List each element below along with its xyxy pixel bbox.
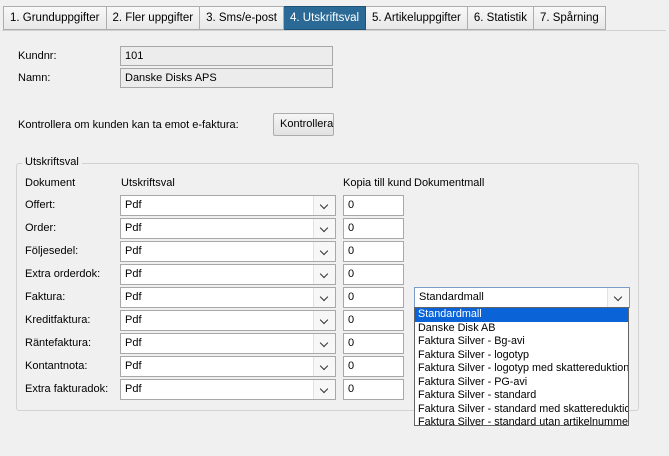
row-label: Följesedel: xyxy=(25,245,79,257)
tab-artikeluppgifter[interactable]: 5. Artikeluppgifter xyxy=(366,6,468,30)
utskriftsval-select[interactable]: Pdf xyxy=(120,333,336,354)
chevron-down-icon[interactable] xyxy=(313,288,335,307)
header-dokumentmall: Dokumentmall xyxy=(414,177,485,189)
kopia-input[interactable]: 0 xyxy=(343,241,404,262)
kontrollera-button[interactable]: Kontrollera xyxy=(273,113,334,136)
tab-sms-epost[interactable]: 3. Sms/e-post xyxy=(200,6,285,30)
kopia-input[interactable]: 0 xyxy=(343,195,404,216)
kopia-input[interactable]: 0 xyxy=(343,356,404,377)
select-value: Pdf xyxy=(125,314,142,326)
utskriftsval-select[interactable]: Pdf xyxy=(120,356,336,377)
dropdown-option[interactable]: Faktura Silver - standard med skatteredu… xyxy=(415,403,628,417)
chevron-down-icon[interactable] xyxy=(313,265,335,284)
kopia-input[interactable]: 0 xyxy=(343,333,404,354)
dropdown-option[interactable]: Faktura Silver - PG-avi xyxy=(415,376,628,390)
kopia-input[interactable]: 0 xyxy=(343,310,404,331)
row-label: Kontantnota: xyxy=(25,360,88,372)
kopia-input[interactable]: 0 xyxy=(343,264,404,285)
namn-field: Danske Disks APS xyxy=(120,68,333,88)
tab-strip: 1. Grunduppgifter 2. Fler uppgifter 3. S… xyxy=(3,6,606,30)
efaktura-label: Kontrollera om kunden kan ta emot e-fakt… xyxy=(18,119,239,131)
select-value: Standardmall xyxy=(419,291,484,303)
utskriftsval-select[interactable]: Pdf xyxy=(120,241,336,262)
utskriftsval-select[interactable]: Pdf xyxy=(120,379,336,400)
chevron-down-icon[interactable] xyxy=(313,334,335,353)
dropdown-option[interactable]: Danske Disk AB xyxy=(415,322,628,336)
namn-label: Namn: xyxy=(18,72,51,84)
chevron-down-icon[interactable] xyxy=(313,219,335,238)
dropdown-option[interactable]: Faktura Silver - logotyp med skattereduk… xyxy=(415,362,628,376)
header-kopia: Kopia till kund xyxy=(343,177,412,189)
dropdown-option[interactable]: Standardmall xyxy=(415,308,628,322)
dokumentmall-dropdown-list: Standardmall Danske Disk AB Faktura Silv… xyxy=(414,307,629,426)
group-title: Utskriftsval xyxy=(22,156,82,168)
dropdown-option[interactable]: Faktura Silver - logotyp xyxy=(415,349,628,363)
chevron-down-icon[interactable] xyxy=(313,357,335,376)
row-label: Räntefaktura: xyxy=(25,337,92,349)
select-value: Pdf xyxy=(125,199,142,211)
utskriftsval-select[interactable]: Pdf xyxy=(120,310,336,331)
tab-utskriftsval[interactable]: 4. Utskriftsval xyxy=(284,6,367,30)
row-label: Extra fakturadok: xyxy=(25,383,109,395)
kopia-input[interactable]: 0 xyxy=(343,379,404,400)
dokumentmall-select[interactable]: Standardmall xyxy=(414,287,630,308)
utskriftsval-select[interactable]: Pdf xyxy=(120,195,336,216)
row-label: Kreditfaktura: xyxy=(25,314,91,326)
dropdown-option[interactable]: Faktura Silver - standard utan artikelnu… xyxy=(415,416,628,425)
utskriftsval-select[interactable]: Pdf xyxy=(120,218,336,239)
dropdown-option[interactable]: Faktura Silver - standard xyxy=(415,389,628,403)
chevron-down-icon[interactable] xyxy=(607,288,629,307)
tab-statistik[interactable]: 6. Statistik xyxy=(467,6,534,30)
tab-fler-uppgifter[interactable]: 2. Fler uppgifter xyxy=(106,6,201,30)
chevron-down-icon[interactable] xyxy=(313,380,335,399)
row-label: Offert: xyxy=(25,199,56,211)
select-value: Pdf xyxy=(125,245,142,257)
kopia-input[interactable]: 0 xyxy=(343,287,404,308)
dropdown-option[interactable]: Faktura Silver - Bg-avi xyxy=(415,335,628,349)
kundnr-field: 101 xyxy=(120,46,333,66)
select-value: Pdf xyxy=(125,337,142,349)
select-value: Pdf xyxy=(125,268,142,280)
utskriftsval-select[interactable]: Pdf xyxy=(120,264,336,285)
row-label: Extra orderdok: xyxy=(25,268,101,280)
row-label: Faktura: xyxy=(25,291,66,303)
select-value: Pdf xyxy=(125,383,142,395)
row-label: Order: xyxy=(25,222,57,234)
chevron-down-icon[interactable] xyxy=(313,311,335,330)
utskriftsval-select[interactable]: Pdf xyxy=(120,287,336,308)
tab-grunduppgifter[interactable]: 1. Grunduppgifter xyxy=(3,6,107,30)
kundnr-label: Kundnr: xyxy=(18,50,57,62)
chevron-down-icon[interactable] xyxy=(313,196,335,215)
select-value: Pdf xyxy=(125,291,142,303)
header-utskriftsval: Utskriftsval xyxy=(121,177,175,189)
tab-sparning[interactable]: 7. Spårning xyxy=(533,6,606,30)
select-value: Pdf xyxy=(125,222,142,234)
header-dokument: Dokument xyxy=(25,177,76,189)
kopia-input[interactable]: 0 xyxy=(343,218,404,239)
chevron-down-icon[interactable] xyxy=(313,242,335,261)
select-value: Pdf xyxy=(125,360,142,372)
